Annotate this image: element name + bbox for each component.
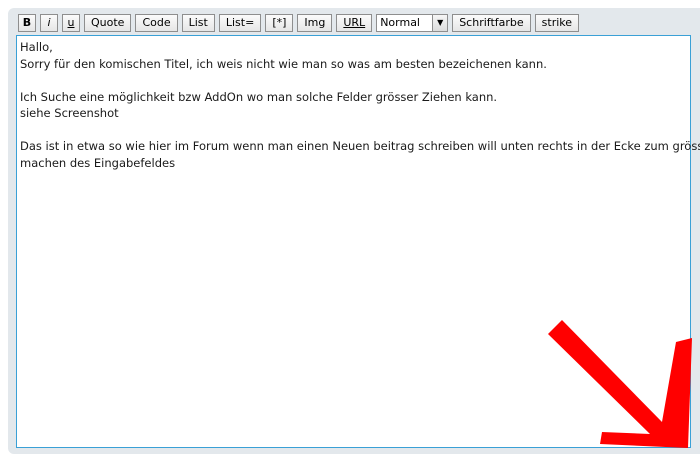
image-button[interactable]: Img <box>297 13 333 32</box>
font-size-select-value: Normal <box>380 16 420 29</box>
font-color-button[interactable]: Schriftfarbe <box>452 13 531 32</box>
bold-button[interactable]: B <box>18 13 36 32</box>
list-item-button[interactable]: [*] <box>265 13 294 32</box>
text-line: Hallo, <box>20 40 53 54</box>
quote-button[interactable]: Quote <box>84 13 132 32</box>
red-arrow-annotation <box>548 320 692 448</box>
ordered-list-button[interactable]: List= <box>218 13 262 32</box>
text-line <box>20 72 687 89</box>
font-size-select[interactable]: Normal ▼ <box>376 13 449 32</box>
underline-button[interactable]: u <box>62 13 80 32</box>
text-line: Ich Suche eine möglichkeit bzw AddOn wo … <box>20 89 498 104</box>
text-line: siehe Screenshot <box>20 106 119 120</box>
text-line: Das ist in etwa so wie hier im Forum wen… <box>20 139 700 153</box>
triangle-down-icon[interactable]: ▼ <box>432 14 448 31</box>
text-line: Sorry für den komischen Titel, ich weis … <box>20 56 547 71</box>
code-button[interactable]: Code <box>135 13 178 32</box>
text-line <box>20 122 687 139</box>
text-line: machen des Eingabefeldes <box>20 155 176 170</box>
bbcode-toolbar: B i u Quote Code List List= [*] Img URL … <box>18 13 580 32</box>
italic-button[interactable]: i <box>40 13 58 32</box>
strike-button[interactable]: strike <box>534 13 580 32</box>
list-button[interactable]: List <box>181 13 215 32</box>
url-button[interactable]: URL <box>336 13 373 32</box>
